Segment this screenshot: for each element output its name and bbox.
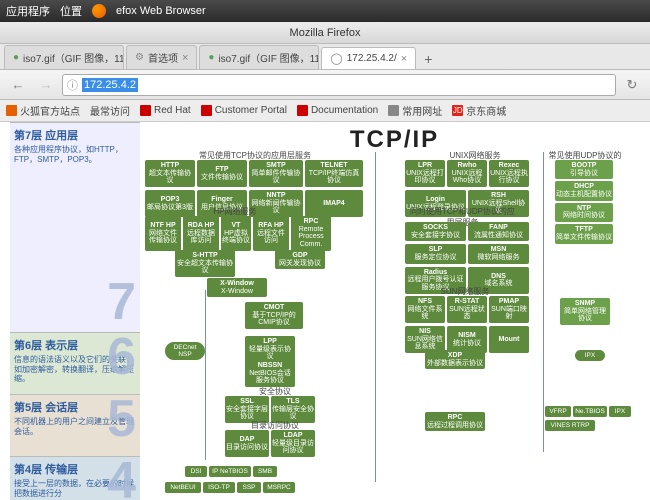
places-menu[interactable]: 位置: [60, 3, 82, 19]
apps-menu[interactable]: 应用程序: [6, 3, 50, 19]
close-icon[interactable]: ×: [401, 53, 407, 65]
close-icon[interactable]: ×: [182, 52, 188, 64]
tab-1[interactable]: ●iso7.gif（GIF 图像，11×: [4, 45, 124, 69]
bookmarks-toolbar: 火狐官方站点 最常访问 Red Hat Customer Portal Docu…: [0, 100, 650, 122]
tab-strip: ●iso7.gif（GIF 图像，11× ⚙首选项× ●iso7.gif（GIF…: [0, 44, 650, 70]
bookmark-jd[interactable]: JD京东商城: [452, 103, 506, 118]
nav-toolbar: ← → ⓘ 172.25.4.2 ↻: [0, 70, 650, 100]
hp-services: NTF HP网络文件传输协议 RDA HP远程数据库访问 VTHP虚拟终端协议 …: [145, 216, 345, 254]
layer-4: 第4层 传输层 接受上一层的数据，在必要的时候把数据进行分 4: [10, 456, 140, 500]
taskbar-title: efox Web Browser: [116, 5, 206, 17]
bookmark-redhat[interactable]: Red Hat: [140, 105, 191, 116]
tab-4-active[interactable]: ◯172.25.4.2/×: [321, 47, 416, 69]
layer-7: 第7层 应用层 各种应用程序协议，如HTTP，FTP，SMTP，POP3。 7: [10, 122, 140, 332]
reload-button[interactable]: ↻: [620, 74, 644, 96]
layer-5: 第5层 会话层 不同机器上的用户之间建立及管理会话。 5: [10, 394, 140, 456]
tab-2[interactable]: ⚙首选项×: [126, 45, 197, 69]
sun-services: NFS网络文件系统R-STATSUN远程状态PMAPSUN端口映射 NISSUN…: [405, 296, 535, 356]
osi-layers-column: 第7层 应用层 各种应用程序协议，如HTTP，FTP，SMTP，POP3。 7 …: [10, 122, 140, 500]
globe-icon: ⓘ: [67, 77, 78, 93]
protocol-map: TCP/IP 常见使用TCP协议的应用层服务 UNIX网络服务 常见使用UDP协…: [145, 122, 644, 500]
address-bar[interactable]: ⓘ 172.25.4.2: [62, 74, 616, 96]
layer-number: 7: [107, 272, 136, 332]
window-title-bar: Mozilla Firefox: [0, 22, 650, 44]
bookmark-customer-portal[interactable]: Customer Portal: [201, 105, 287, 116]
layer-number: 5: [107, 389, 136, 449]
bookmark-most-visited[interactable]: 最常访问: [90, 103, 130, 118]
udp-services: BOOTP引导协议 DHCP动态主机配置协议 NTP网络时间协议 TFTP简单文…: [555, 160, 613, 244]
bookmark-docs[interactable]: Documentation: [297, 105, 378, 116]
forward-button: →: [34, 74, 58, 96]
back-button[interactable]: ←: [6, 74, 30, 96]
layer-6: 第6层 表示层 信息的语法语义以及它们的关联，如加密解密，转换翻译，压缩解压缩。…: [10, 332, 140, 394]
bookmark-common[interactable]: 常用网址: [388, 103, 442, 118]
layer-number: 4: [107, 456, 136, 500]
window-title: Mozilla Firefox: [290, 27, 361, 39]
desktop-top-panel: 应用程序 位置 efox Web Browser: [0, 0, 650, 22]
tcpip-diagram: 第7层 应用层 各种应用程序协议，如HTTP，FTP，SMTP，POP3。 7 …: [0, 122, 650, 500]
url-text-selected[interactable]: 172.25.4.2: [82, 78, 138, 92]
bookmark-firefox[interactable]: 火狐官方站点: [6, 103, 80, 118]
page-viewport[interactable]: 第7层 应用层 各种应用程序协议，如HTTP，FTP，SMTP，POP3。 7 …: [0, 122, 650, 500]
layer-number: 6: [107, 327, 136, 387]
firefox-taskbar-icon[interactable]: [92, 4, 106, 18]
tab-3[interactable]: ●iso7.gif（GIF 图像，11×: [199, 45, 319, 69]
new-tab-button[interactable]: +: [418, 49, 438, 69]
